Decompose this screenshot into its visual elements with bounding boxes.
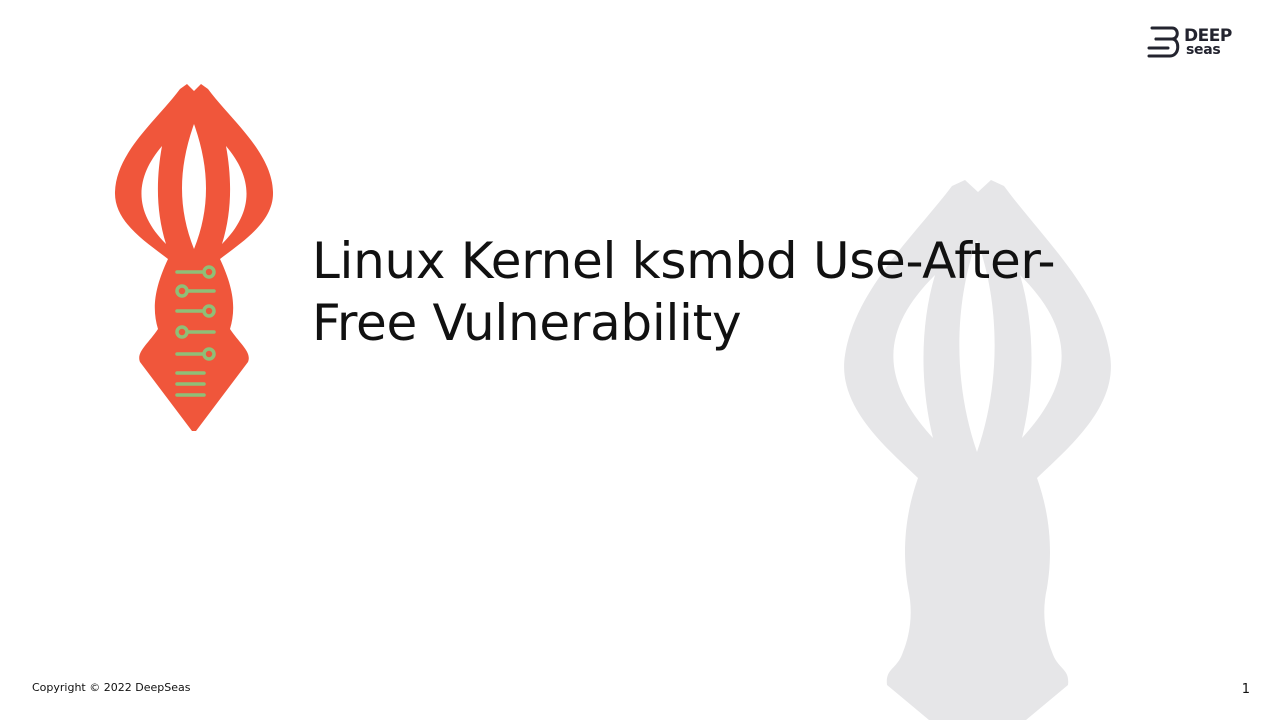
slide-title: Linux Kernel ksmbd Use-After-Free Vulner…: [312, 232, 1056, 352]
logo-word-seas: seas: [1186, 41, 1221, 58]
deepseas-wordmark: DEEP seas: [1184, 27, 1232, 58]
deepseas-logo: DEEP seas: [1146, 25, 1250, 59]
slide: DEEP seas Linux Kernel ksmbd Use-After-F…: [0, 0, 1280, 720]
squid-circuit-icon: [114, 84, 274, 431]
deepseas-logo-icon: [1147, 26, 1180, 58]
copyright-text: Copyright © 2022 DeepSeas: [32, 681, 191, 694]
page-number: 1: [1241, 682, 1250, 697]
